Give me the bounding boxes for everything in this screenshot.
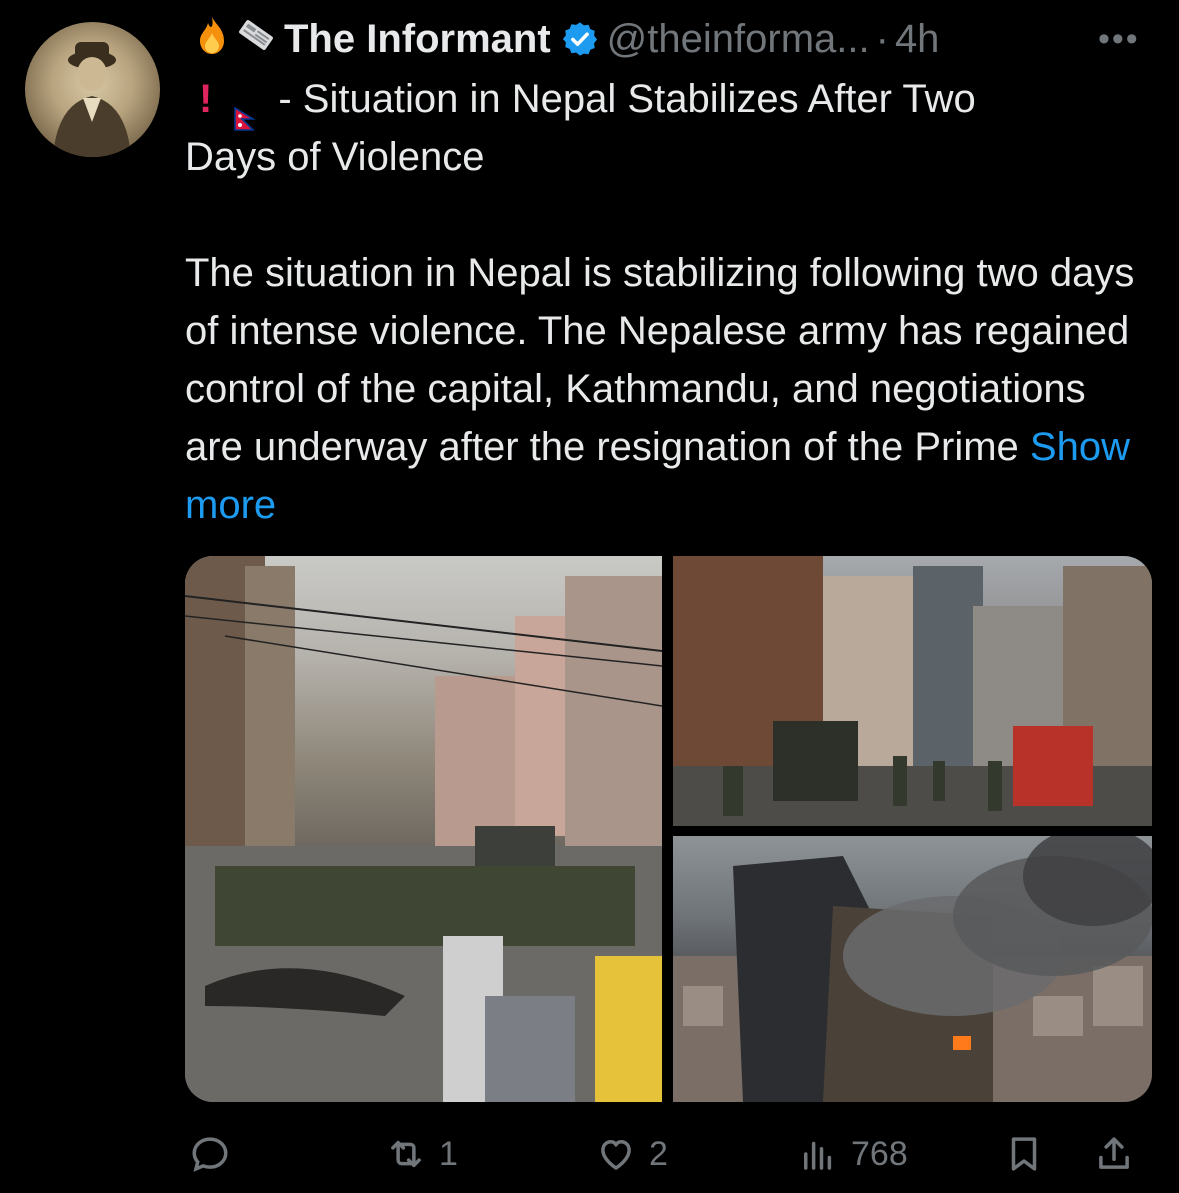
photo-soldiers-firetruck[interactable] [673, 556, 1152, 826]
bookmark-icon [1011, 1137, 1037, 1171]
newspaper-icon [234, 15, 278, 64]
media-grid [185, 556, 1152, 1102]
share-button[interactable] [1093, 1124, 1147, 1184]
tweet-title-line1: - Situation in Nepal Stabilizes After Tw… [278, 77, 976, 121]
photo-army-street[interactable] [185, 556, 662, 1102]
separator-dot: · [875, 16, 889, 61]
avatar[interactable] [25, 22, 160, 157]
avatar-portrait [53, 42, 131, 157]
tweet-body: The situation in Nepal is stabilizing fo… [185, 251, 1135, 469]
like-count: 2 [649, 1134, 668, 1173]
fire-icon [190, 15, 234, 64]
timestamp[interactable]: 4h [895, 17, 940, 62]
repost-icon [391, 1140, 421, 1168]
reply-icon [192, 1137, 228, 1172]
author-handle[interactable]: @theinforma... [607, 17, 870, 62]
tweet-header: The Informant @theinforma... · 4h [190, 14, 939, 64]
author-name[interactable]: The Informant [284, 17, 551, 62]
like-button[interactable]: 2 [595, 1124, 668, 1184]
photo-burning-hilton[interactable] [673, 836, 1152, 1102]
views-count: 768 [851, 1134, 908, 1173]
repost-count: 1 [439, 1134, 458, 1173]
exclamation-icon: ! [199, 77, 213, 121]
more-options-icon[interactable]: ••• [1098, 20, 1140, 59]
tweet-text: ! - Situation in Nepal Stabilizes After T… [185, 70, 1145, 534]
share-icon [1099, 1137, 1129, 1169]
verified-badge-icon [561, 20, 599, 58]
tweet-title-line2: Days of Violence [185, 135, 485, 179]
reply-button[interactable] [189, 1124, 243, 1184]
heart-icon [601, 1140, 631, 1170]
views-button[interactable]: 768 [797, 1124, 908, 1184]
bookmark-button[interactable] [1003, 1124, 1057, 1184]
analytics-icon [804, 1141, 832, 1170]
repost-button[interactable]: 1 [385, 1124, 458, 1184]
action-bar: 1 2 768 [185, 1124, 1145, 1184]
nepal-flag-icon [234, 89, 257, 132]
